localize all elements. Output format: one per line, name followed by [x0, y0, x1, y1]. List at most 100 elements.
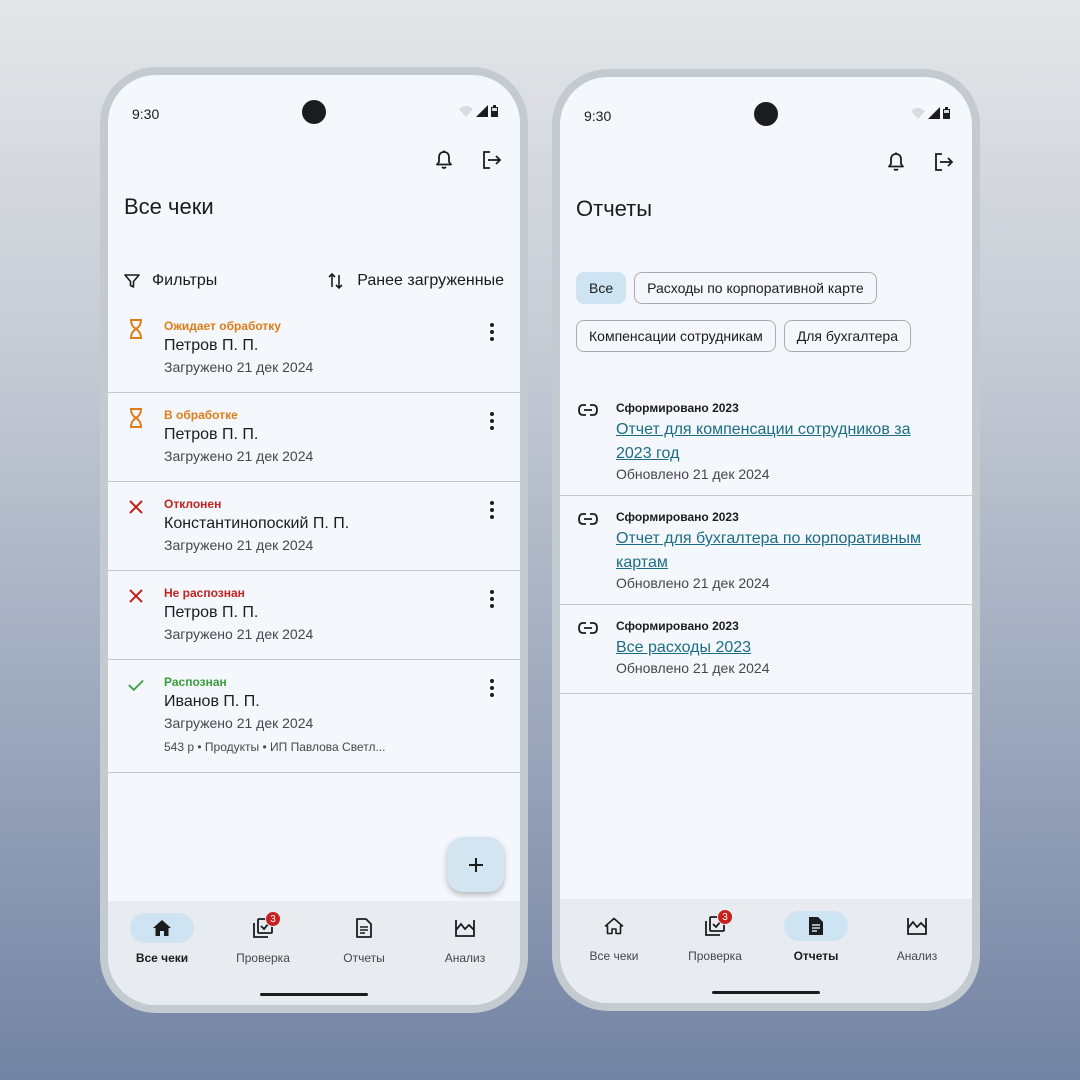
status-label: Ожидает обработку: [164, 319, 281, 333]
more-vert-icon[interactable]: [486, 589, 498, 609]
report-kicker: Сформировано 2023: [616, 619, 739, 633]
status-icons: [459, 105, 498, 117]
receipt-date: Загружено 21 дек 2024: [164, 448, 314, 464]
plus-icon: [468, 857, 483, 872]
report-kicker: Сформировано 2023: [616, 401, 739, 415]
nav-pill: 3: [683, 909, 747, 941]
receipt-owner: Петров П. П.: [164, 337, 259, 354]
nav-item-all-receipts[interactable]: Все чеки: [564, 911, 664, 963]
filters-button[interactable]: Фильтры: [124, 272, 217, 290]
nav-item-reports[interactable]: Отчеты: [314, 913, 414, 965]
more-vert-icon[interactable]: [486, 500, 498, 520]
nav-pill: [784, 911, 848, 941]
more-vert-icon[interactable]: [486, 678, 498, 698]
list-item[interactable]: Не распознан Петров П. П. Загружено 21 д…: [108, 571, 520, 660]
list-item[interactable]: Сформировано 2023 Все расходы 2023 Обнов…: [560, 605, 972, 694]
receipt-owner: Иванов П. П.: [164, 693, 260, 710]
list-item[interactable]: Распознан Иванов П. П. Загружено 21 дек …: [108, 660, 520, 773]
link-icon: [578, 622, 598, 634]
receipt-date: Загружено 21 дек 2024: [164, 537, 314, 553]
notifications-button[interactable]: [434, 149, 454, 171]
receipt-date: Загружено 21 дек 2024: [164, 626, 314, 642]
chip-all[interactable]: Все: [576, 272, 627, 304]
nav-label: Анализ: [444, 951, 486, 965]
nav-pill: [130, 913, 194, 943]
list-item[interactable]: Сформировано 2023 Отчет для компенсации …: [560, 387, 972, 496]
list-item[interactable]: В обработке Петров П. П. Загружено 21 де…: [108, 393, 520, 482]
filter-bar: Фильтры Ранее загруженные: [124, 263, 504, 299]
home-indicator: [260, 993, 368, 996]
reports-screen: 9:30 Отчеты Все Расходы по корпоративной…: [560, 77, 972, 1003]
nav-pill: 3: [231, 911, 295, 943]
document-icon: [356, 918, 372, 938]
sort-label: Ранее загруженные: [357, 272, 504, 289]
check-icon: [128, 675, 144, 695]
reports-list: Сформировано 2023 Отчет для компенсации …: [560, 387, 972, 694]
list-item[interactable]: Отклонен Константинопоский П. П. Загруже…: [108, 482, 520, 571]
add-receipt-button[interactable]: [447, 837, 504, 892]
phone-receipts: 9:30 Все чеки Фильтры Ранее загруженные: [100, 67, 528, 1013]
receipt-owner: Константинопоский П. П.: [164, 515, 350, 532]
status-label: В обработке: [164, 408, 238, 422]
report-title-link[interactable]: Отчет для бухгалтера по корпоративным ка…: [616, 527, 948, 575]
chip-row: Компенсации сотрудникам Для бухгалтера: [576, 320, 956, 352]
status-time: 9:30: [584, 108, 612, 124]
battery-icon: [943, 107, 950, 119]
list-item[interactable]: Сформировано 2023 Отчет для бухгалтера п…: [560, 496, 972, 605]
nav-label: Проверка: [688, 949, 742, 963]
bottom-navigation: Все чеки 3 Проверка Отчеты Анализ: [560, 899, 972, 1003]
wifi-icon: [911, 107, 925, 119]
report-updated: Обновлено 21 дек 2024: [616, 466, 770, 482]
document-filled-icon: [809, 917, 823, 935]
chip-employee-compensation[interactable]: Компенсации сотрудникам: [576, 320, 776, 352]
nav-item-check[interactable]: 3 Проверка: [213, 911, 313, 965]
filter-icon: [124, 274, 140, 288]
nav-item-analysis[interactable]: Анализ: [415, 913, 515, 965]
home-outline-icon: [604, 917, 624, 935]
link-icon: [578, 513, 598, 525]
camera-cutout: [302, 100, 326, 124]
notifications-button[interactable]: [886, 151, 906, 173]
sort-button[interactable]: Ранее загруженные: [327, 272, 504, 290]
nav-item-analysis[interactable]: Анализ: [867, 911, 967, 963]
receipt-owner: Петров П. П.: [164, 426, 259, 443]
analytics-icon: [455, 920, 475, 937]
bottom-navigation: Все чеки 3 Проверка Отчеты Анализ: [108, 901, 520, 1005]
nav-pill: [332, 913, 396, 943]
bell-icon: [888, 152, 904, 171]
chip-corporate-card[interactable]: Расходы по корпоративной карте: [634, 272, 877, 304]
nav-label: Проверка: [236, 951, 290, 965]
nav-item-reports[interactable]: Отчеты: [766, 911, 866, 963]
report-title-link[interactable]: Все расходы 2023: [616, 636, 948, 660]
hourglass-icon: [128, 408, 144, 428]
wifi-icon: [459, 105, 473, 117]
receipt-meta: 543 р • Продукты • ИП Павлова Светл...: [164, 740, 386, 754]
report-filter-chips: Все Расходы по корпоративной карте Компе…: [576, 272, 956, 368]
nav-label: Все чеки: [589, 949, 639, 963]
logout-button[interactable]: [934, 151, 954, 173]
status-label: Распознан: [164, 675, 227, 689]
close-icon: [128, 586, 144, 606]
more-vert-icon[interactable]: [486, 322, 498, 342]
signal-icon: [928, 107, 940, 119]
page-title: Все чеки: [124, 194, 214, 219]
page-title: Отчеты: [576, 196, 653, 221]
nav-label: Анализ: [896, 949, 938, 963]
report-updated: Обновлено 21 дек 2024: [616, 575, 770, 591]
logout-icon: [483, 151, 502, 169]
nav-item-check[interactable]: 3 Проверка: [665, 909, 765, 963]
chip-accountant[interactable]: Для бухгалтера: [783, 320, 911, 352]
more-vert-icon[interactable]: [486, 411, 498, 431]
nav-pill: [582, 911, 646, 941]
hourglass-icon: [128, 319, 144, 339]
list-item[interactable]: Ожидает обработку Петров П. П. Загружено…: [108, 304, 520, 393]
bell-icon: [436, 150, 452, 169]
chip-row: Все Расходы по корпоративной карте: [576, 272, 956, 304]
report-title-link[interactable]: Отчет для компенсации сотрудников за 202…: [616, 418, 948, 466]
receipt-date: Загружено 21 дек 2024: [164, 715, 314, 731]
link-icon: [578, 404, 598, 416]
status-time: 9:30: [132, 106, 160, 122]
report-updated: Обновлено 21 дек 2024: [616, 660, 770, 676]
nav-item-all-receipts[interactable]: Все чеки: [112, 913, 212, 965]
logout-button[interactable]: [482, 149, 502, 171]
